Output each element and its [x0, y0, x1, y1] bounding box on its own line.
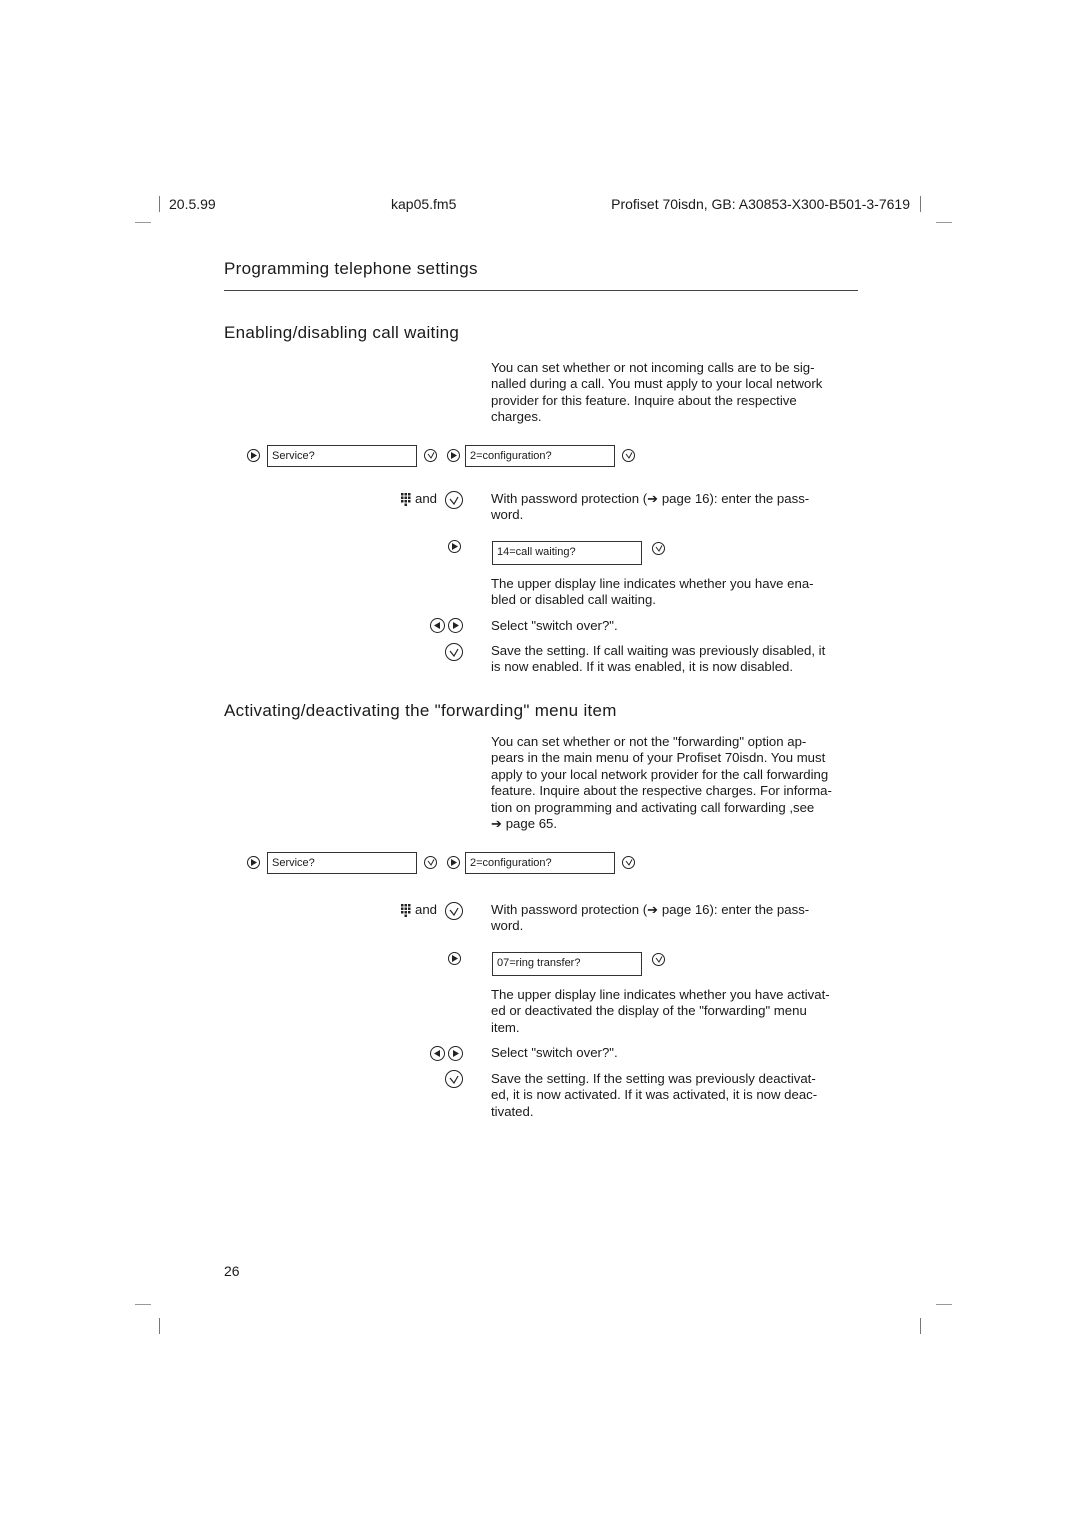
text-line: apply to your local network provider for…: [491, 766, 829, 782]
left-arrow-key-icon: [430, 618, 445, 633]
ok-checkmark-key-icon: [445, 491, 463, 509]
left-arrow-key-icon: [430, 1046, 445, 1061]
text-line: item.: [491, 1019, 520, 1035]
display-menu-item: 14=call waiting?: [492, 541, 642, 565]
ok-checkmark-key-icon: [445, 643, 463, 661]
header-doc-id: Profiset 70isdn, GB: A30853-X300-B501-3-…: [611, 196, 910, 212]
display-service: Service?: [267, 445, 417, 467]
header-file: kap05.fm5: [391, 196, 457, 212]
right-arrow-key-icon: [447, 856, 460, 869]
right-arrow-key-icon: [448, 952, 461, 965]
chapter-title: Programming telephone settings: [224, 259, 478, 278]
ok-checkmark-key-icon: [424, 449, 437, 462]
right-arrow-key-icon: [448, 1046, 463, 1061]
text-line: ed or deactivated the display of the "fo…: [491, 1003, 807, 1019]
keypad-icon: [401, 493, 411, 506]
crop-mark: [159, 196, 160, 212]
text-line: provider for this feature. Inquire about…: [491, 392, 797, 408]
page-number: 26: [224, 1263, 240, 1279]
ok-checkmark-key-icon: [652, 542, 665, 555]
section-intro: You can set whether or not the "forwardi…: [491, 734, 857, 832]
keypad-icon: [401, 904, 411, 917]
password-instruction: With password protection (➔ page 16): en…: [491, 491, 857, 524]
text-line: You can set whether or not incoming call…: [491, 360, 815, 375]
upper-line-note: The upper display line indicates whether…: [491, 987, 857, 1036]
display-service: Service?: [267, 852, 417, 874]
text-line: Save the setting. If the setting was pre…: [491, 1071, 816, 1086]
password-instruction: With password protection (➔ page 16): en…: [491, 902, 857, 935]
text-line: With password protection (➔ page 16): en…: [491, 491, 810, 506]
text-line: Save the setting. If call waiting was pr…: [491, 643, 826, 658]
crop-mark: [135, 222, 151, 223]
crop-mark: [936, 1304, 952, 1305]
ok-checkmark-key-icon: [652, 953, 665, 966]
ok-checkmark-key-icon: [622, 856, 635, 869]
display-configuration: 2=configuration?: [465, 445, 615, 467]
text-line: word.: [491, 507, 524, 523]
section-title: Activating/deactivating the "forwarding"…: [224, 701, 617, 720]
ok-checkmark-key-icon: [445, 1070, 463, 1088]
text-line: ed, it is now activated. If it was activ…: [491, 1087, 818, 1103]
section-title: Enabling/disabling call waiting: [224, 323, 460, 342]
right-arrow-key-icon: [247, 856, 260, 869]
text-line: With password protection (➔ page 16): en…: [491, 902, 810, 917]
text-line: word.: [491, 918, 524, 934]
right-arrow-key-icon: [447, 449, 460, 462]
upper-line-note: The upper display line indicates whether…: [491, 576, 857, 609]
right-arrow-key-icon: [448, 540, 461, 553]
text-line: feature. Inquire about the respective ch…: [491, 783, 832, 799]
select-instruction: Select "switch over?".: [491, 618, 618, 633]
text-line: tion on programming and activating call …: [491, 799, 815, 815]
ok-checkmark-key-icon: [424, 856, 437, 869]
text-line: You can set whether or not the "forwardi…: [491, 734, 807, 749]
display-menu-item: 07=ring transfer?: [492, 952, 642, 976]
text-line: tivated.: [491, 1103, 534, 1119]
crop-mark: [936, 222, 952, 223]
text-line: is now enabled. If it was enabled, it is…: [491, 659, 794, 675]
header-date: 20.5.99: [169, 196, 216, 212]
crop-mark: [920, 196, 921, 212]
crop-mark: [920, 1318, 921, 1334]
crop-mark: [135, 1304, 151, 1305]
crop-mark: [159, 1318, 160, 1334]
save-instruction: Save the setting. If call waiting was pr…: [491, 643, 857, 676]
right-arrow-key-icon: [448, 618, 463, 633]
ok-checkmark-key-icon: [445, 902, 463, 920]
section-intro: You can set whether or not incoming call…: [491, 360, 857, 426]
text-line: pears in the main menu of your Profiset …: [491, 750, 826, 766]
save-instruction: Save the setting. If the setting was pre…: [491, 1071, 857, 1120]
text-line: ➔ page 65.: [491, 816, 558, 832]
text-line: nalled during a call. You must apply to …: [491, 376, 823, 392]
and-label: and: [415, 491, 438, 506]
and-label: and: [415, 902, 438, 917]
display-configuration: 2=configuration?: [465, 852, 615, 874]
text-line: bled or disabled call waiting.: [491, 592, 656, 608]
text-line: charges.: [491, 409, 542, 425]
text-line: The upper display line indicates whether…: [491, 987, 830, 1002]
select-instruction: Select "switch over?".: [491, 1045, 618, 1060]
text-line: The upper display line indicates whether…: [491, 576, 814, 591]
ok-checkmark-key-icon: [622, 449, 635, 462]
chapter-rule: [224, 290, 858, 291]
right-arrow-key-icon: [247, 449, 260, 462]
